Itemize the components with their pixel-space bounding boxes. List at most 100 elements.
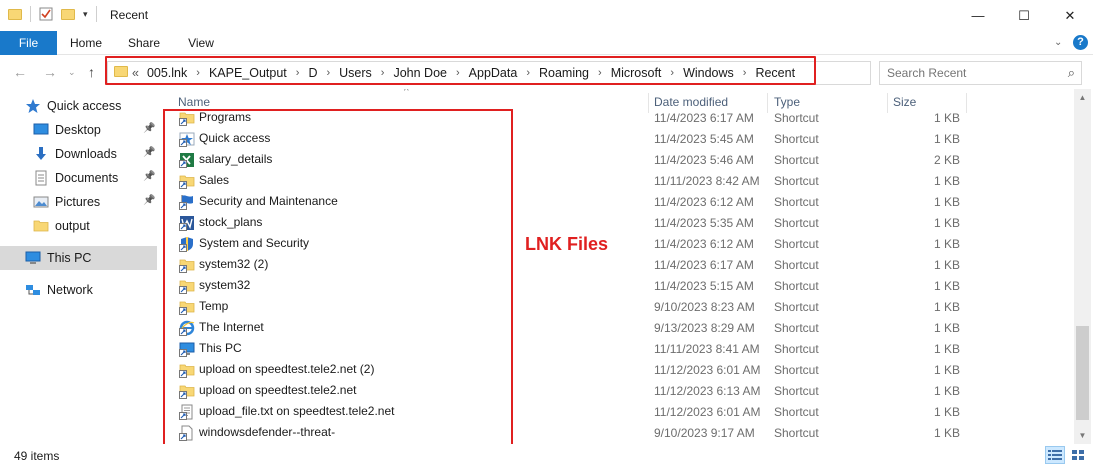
file-size: 1 KB [933,342,960,356]
table-row[interactable]: Security and Maintenance 11/4/2023 6:12 A… [162,192,1074,213]
table-row[interactable]: System and Security 11/4/2023 6:12 AM Shor… [162,234,1074,255]
breadcrumb-item[interactable]: John Doe [393,66,447,80]
table-row[interactable]: system32 (2) 11/4/2023 6:17 AM Shortcut 1 K… [162,255,1074,276]
table-row[interactable]: Programs 11/4/2023 6:17 AM Shortcut 1 KB [162,108,1074,129]
scroll-thumb[interactable] [1076,326,1089,420]
file-type: Shortcut [774,153,819,167]
folder-icon [8,8,22,20]
title-bar: ▾ Recent — ☐ ✕ [0,0,1093,31]
details-view-icon [1048,450,1062,460]
search-input[interactable] [880,62,1050,84]
sidebar-item-pictures[interactable]: Pictures 📌 [0,190,157,214]
breadcrumb-item[interactable]: Recent [755,66,795,80]
table-row[interactable]: The Internet 9/13/2023 8:29 AM Shortcut 1 K… [162,318,1074,339]
sidebar-item-desktop[interactable]: Desktop 📌 [0,118,157,142]
pin-icon[interactable]: 📌 [143,123,155,134]
close-button[interactable]: ✕ [1047,0,1093,31]
breadcrumb-item[interactable]: Windows [683,66,734,80]
vertical-scrollbar[interactable]: ▲ ▼ [1074,89,1091,444]
breadcrumb-chevron-icon[interactable]: › [456,67,460,79]
sidebar-item-network[interactable]: Network [0,278,157,302]
breadcrumb-item[interactable]: 005.lnk [147,66,187,80]
date-modified: 11/4/2023 6:12 AM [654,237,754,251]
breadcrumb-chevron-icon[interactable]: › [743,67,747,79]
tab-file[interactable]: File [0,31,57,55]
sidebar-item-this-pc[interactable]: This PC [0,246,157,270]
table-row[interactable]: system32 11/4/2023 5:15 AM Shortcut 1 KB [162,276,1074,297]
table-row[interactable]: upload on speedtest.tele2.net (2) 11/12/2… [162,360,1074,381]
tab-home[interactable]: Home [62,31,110,55]
tab-share[interactable]: Share [120,31,168,55]
date-modified: 11/4/2023 6:17 AM [654,111,754,125]
breadcrumb-item[interactable]: KAPE_Output [209,66,287,80]
breadcrumb-chevron-icon[interactable]: › [296,67,300,79]
minimize-button[interactable]: — [955,0,1001,31]
table-row[interactable]: upload_file.txt on speedtest.tele2.net 11… [162,402,1074,423]
table-row[interactable]: Quick access 11/4/2023 5:45 AM Shortcut 1 K… [162,129,1074,150]
table-row[interactable]: windowsdefender--threat- 9/10/2023 9:17 A… [162,423,1074,444]
table-row[interactable]: salary_details 11/4/2023 5:46 AM Shortcut 2… [162,150,1074,171]
customize-toolbar-icon[interactable]: ▾ [83,9,88,20]
file-type: Shortcut [774,258,819,272]
file-size: 1 KB [933,132,960,146]
back-arrow-icon[interactable]: ← [13,64,27,80]
pictures-icon [33,194,49,210]
table-row[interactable]: stock_plans 11/4/2023 5:35 AM Shortcut 1 KB [162,213,1074,234]
file-name: windowsdefender--threat- [199,425,336,439]
breadcrumb-item[interactable]: Roaming [539,66,589,80]
file-size: 1 KB [933,384,960,398]
scroll-down-icon[interactable]: ▼ [1074,427,1091,444]
pin-icon[interactable]: 📌 [143,147,155,158]
new-folder-icon[interactable] [61,8,75,20]
scroll-up-icon[interactable]: ▲ [1074,89,1091,106]
file-name: Temp [199,299,229,313]
breadcrumb-chevron-icon[interactable]: › [598,67,602,79]
up-arrow-icon[interactable]: ↑ [88,64,95,80]
breadcrumb-item[interactable]: Users [339,66,372,80]
sidebar-item-output[interactable]: output [0,214,157,238]
breadcrumb-chevron-icon[interactable]: › [526,67,530,79]
folder-shortcut-icon [179,110,195,126]
overflow-crumb-icon[interactable]: « [132,66,139,80]
search-box[interactable]: ⌕ [879,61,1082,85]
sidebar-item-documents[interactable]: Documents 📌 [0,166,157,190]
table-row[interactable]: upload on speedtest.tele2.net 11/12/2023 … [162,381,1074,402]
file-size: 1 KB [933,258,960,272]
expand-ribbon-icon[interactable]: ⌄ [1054,37,1062,48]
breadcrumb-item[interactable]: Microsoft [611,66,662,80]
breadcrumb-chevron-icon[interactable]: › [381,67,385,79]
date-modified: 11/4/2023 5:46 AM [654,153,754,167]
ribbon-tabs: File Home Share View ⌄ ? [0,31,1093,55]
table-row[interactable]: Temp 9/10/2023 8:23 AM Shortcut 1 KB [162,297,1074,318]
file-size: 1 KB [933,426,960,440]
breadcrumb-chevron-icon[interactable]: › [670,67,674,79]
search-icon[interactable]: ⌕ [1068,65,1075,81]
help-icon[interactable]: ? [1073,35,1088,50]
breadcrumb-item[interactable]: AppData [469,66,518,80]
breadcrumb-chevron-icon[interactable]: › [196,67,200,79]
breadcrumb-item[interactable]: D [308,66,317,80]
file-type: Shortcut [774,363,819,377]
maximize-button[interactable]: ☐ [1001,0,1047,31]
pin-icon[interactable]: 📌 [143,171,155,182]
properties-icon[interactable] [39,7,53,21]
table-row[interactable]: This PC 11/11/2023 8:41 AM Shortcut 1 KB [162,339,1074,360]
breadcrumb-chevron-icon[interactable]: › [326,67,330,79]
recent-locations-icon[interactable]: ⌄ [68,67,76,78]
file-type: Shortcut [774,342,819,356]
network-icon [25,282,41,298]
sidebar-item-quick-access[interactable]: Quick access [0,94,157,118]
file-size: 1 KB [933,321,960,335]
sidebar-item-downloads[interactable]: Downloads 📌 [0,142,157,166]
table-row[interactable]: Sales 11/11/2023 8:42 AM Shortcut 1 KB [162,171,1074,192]
forward-arrow-icon[interactable]: → [43,64,57,80]
date-modified: 9/13/2023 8:29 AM [654,321,755,335]
pin-icon[interactable]: 📌 [143,195,155,206]
file-type: Shortcut [774,321,819,335]
large-icons-view-button[interactable] [1068,446,1088,464]
address-bar[interactable]: « 005.lnk › KAPE_Output › D › Users › John Doe › A… [107,61,972,85]
date-modified: 9/10/2023 9:17 AM [654,426,755,440]
tab-view[interactable]: View [177,31,225,55]
file-type: Shortcut [774,174,819,188]
details-view-button[interactable] [1045,446,1065,464]
